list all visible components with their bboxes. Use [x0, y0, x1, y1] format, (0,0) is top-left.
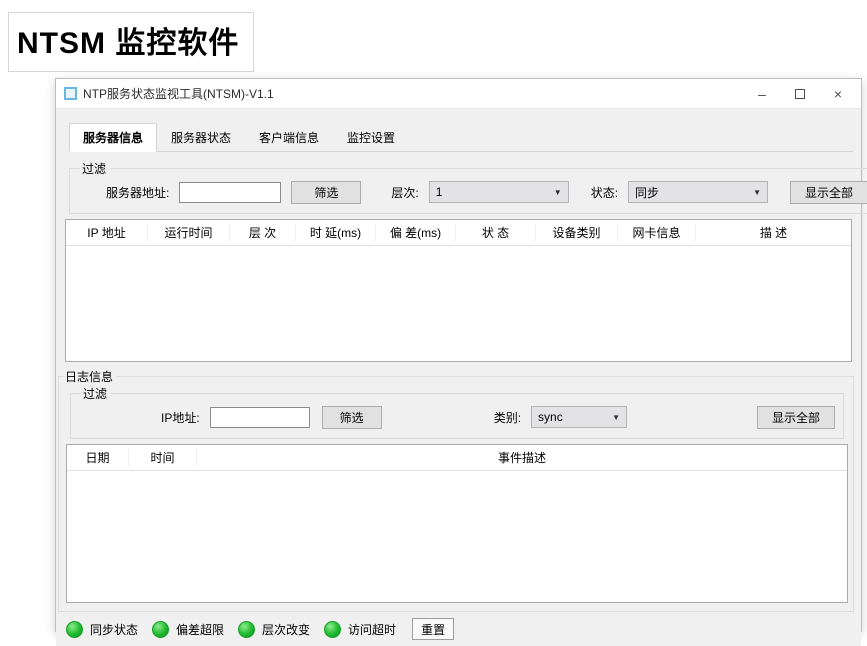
log-group: 日志信息 过滤 IP地址: 筛选 类别: sync ▼ [58, 368, 854, 612]
log-category-select[interactable]: sync ▼ [531, 406, 627, 428]
col-stratum[interactable]: 层 次 [230, 224, 296, 241]
log-filter-group: 过滤 IP地址: 筛选 类别: sync ▼ 显示全部 [70, 385, 844, 439]
tab-server-status[interactable]: 服务器状态 [157, 123, 245, 152]
server-address-input[interactable] [179, 182, 281, 203]
indicator-access-timeout: 访问超时 [324, 621, 396, 638]
tab-monitor-settings[interactable]: 监控设置 [333, 123, 409, 152]
log-table: 日期 时间 事件描述 [66, 444, 848, 603]
window-controls: – × [743, 81, 857, 106]
log-group-label: 日志信息 [65, 368, 117, 385]
col-offset[interactable]: 偏 差(ms) [376, 224, 456, 241]
indicator-stratum-change: 层次改变 [238, 621, 310, 638]
col-description[interactable]: 描 述 [696, 224, 851, 241]
log-filter-button[interactable]: 筛选 [322, 406, 382, 429]
server-table-body [66, 246, 851, 361]
tab-server-info[interactable]: 服务器信息 [69, 123, 157, 152]
tab-client-info[interactable]: 客户端信息 [245, 123, 333, 152]
status-label: 状态: [591, 184, 618, 201]
status-select[interactable]: 同步 ▼ [628, 181, 768, 203]
app-logo-icon [64, 87, 77, 100]
green-led-icon [238, 621, 255, 638]
server-filter-group-label: 过滤 [80, 160, 110, 177]
stratum-selected-value: 1 [436, 185, 443, 199]
status-bar: 同步状态 偏差超限 层次改变 访问超时 重置 [64, 612, 853, 646]
indicator-sync-status: 同步状态 [66, 621, 138, 638]
indicator-offset-exceed: 偏差超限 [152, 621, 224, 638]
col-log-date[interactable]: 日期 [67, 449, 129, 466]
reset-button[interactable]: 重置 [412, 618, 454, 640]
log-table-header: 日期 时间 事件描述 [67, 445, 847, 471]
log-ip-label: IP地址: [161, 409, 200, 426]
server-show-all-button[interactable]: 显示全部 [790, 181, 867, 204]
indicator-label: 层次改变 [262, 621, 310, 638]
chevron-down-icon: ▼ [753, 188, 761, 197]
chevron-down-icon: ▼ [612, 413, 620, 422]
server-table-header: IP 地址 运行时间 层 次 时 延(ms) 偏 差(ms) 状 态 设备类别 … [66, 220, 851, 246]
tab-strip: 服务器信息 服务器状态 客户端信息 监控设置 [69, 123, 853, 152]
col-ip-address[interactable]: IP 地址 [66, 224, 148, 241]
stratum-label: 层次: [391, 184, 418, 201]
server-filter-group: 过滤 服务器地址: 筛选 层次: 1 ▼ 状态: 同步 [69, 160, 867, 214]
window-title: NTP服务状态监视工具(NTSM)-V1.1 [83, 85, 743, 102]
log-category-selected-value: sync [538, 410, 563, 424]
col-uptime[interactable]: 运行时间 [148, 224, 230, 241]
server-filter-button[interactable]: 筛选 [291, 181, 361, 204]
maximize-icon [795, 89, 805, 99]
log-show-all-button[interactable]: 显示全部 [757, 406, 835, 429]
log-filter-row: IP地址: 筛选 类别: sync ▼ 显示全部 [79, 404, 835, 430]
col-nic-info[interactable]: 网卡信息 [618, 224, 696, 241]
indicator-label: 偏差超限 [176, 621, 224, 638]
server-filter-row: 服务器地址: 筛选 层次: 1 ▼ 状态: 同步 ▼ [78, 179, 867, 205]
indicator-label: 访问超时 [348, 621, 396, 638]
server-address-label: 服务器地址: [106, 184, 169, 201]
chevron-down-icon: ▼ [554, 188, 562, 197]
close-button[interactable]: × [819, 81, 857, 106]
indicator-label: 同步状态 [90, 621, 138, 638]
status-selected-value: 同步 [635, 184, 659, 201]
minimize-button[interactable]: – [743, 81, 781, 106]
window-body: 服务器信息 服务器状态 客户端信息 监控设置 过滤 服务器地址: 筛选 层次: … [56, 108, 861, 646]
green-led-icon [152, 621, 169, 638]
green-led-icon [324, 621, 341, 638]
stratum-select[interactable]: 1 ▼ [429, 181, 569, 203]
col-delay[interactable]: 时 延(ms) [296, 224, 376, 241]
col-device-type[interactable]: 设备类别 [536, 224, 618, 241]
server-table: IP 地址 运行时间 层 次 时 延(ms) 偏 差(ms) 状 态 设备类别 … [65, 219, 852, 362]
col-status[interactable]: 状 态 [456, 224, 536, 241]
page-title: NTSM 监控软件 [8, 12, 254, 72]
maximize-button[interactable] [781, 81, 819, 106]
window-titlebar: NTP服务状态监视工具(NTSM)-V1.1 – × [56, 79, 861, 108]
log-category-label: 类别: [494, 409, 521, 426]
green-led-icon [66, 621, 83, 638]
log-ip-input[interactable] [210, 407, 310, 428]
log-filter-group-label: 过滤 [81, 385, 111, 402]
app-window: NTP服务状态监视工具(NTSM)-V1.1 – × 服务器信息 服务器状态 客… [55, 78, 862, 632]
col-log-time[interactable]: 时间 [129, 449, 197, 466]
col-log-event[interactable]: 事件描述 [197, 449, 847, 466]
log-table-body [67, 471, 847, 602]
